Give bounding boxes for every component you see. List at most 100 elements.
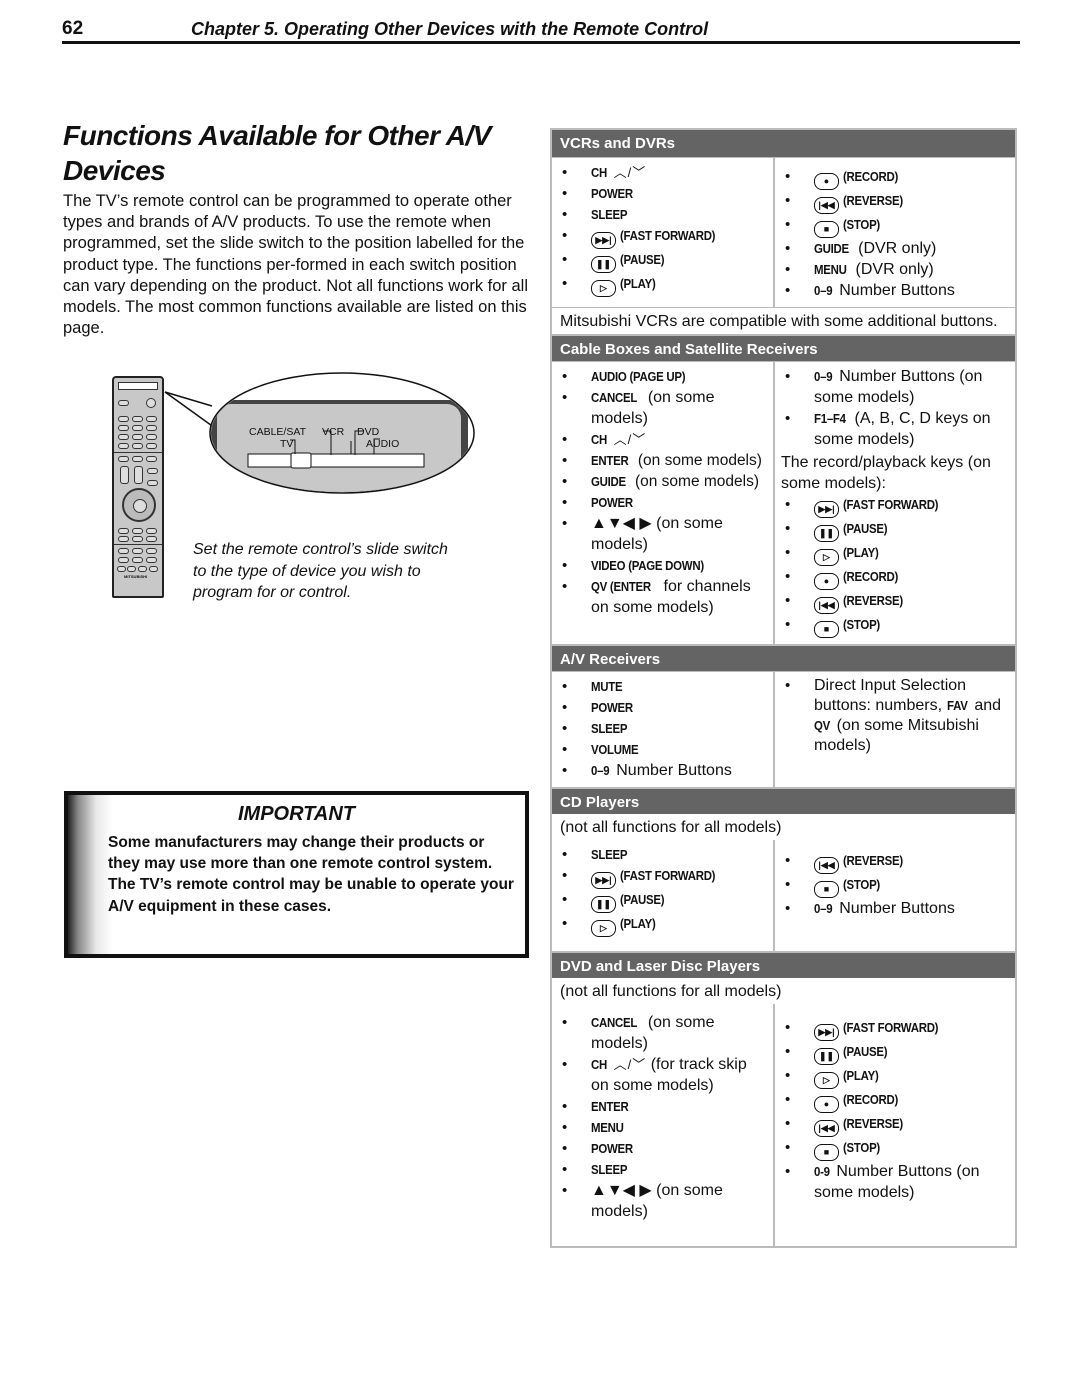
list-item: ❚❚(PAUSE) xyxy=(560,249,767,273)
record-icon: ● xyxy=(814,1096,839,1113)
list-item: MENU xyxy=(560,1117,767,1138)
switch-label-audio: AUDIO xyxy=(366,438,400,450)
vcr-note: Mitsubishi VCRs are compatible with some… xyxy=(552,307,1015,334)
list-item: SLEEP xyxy=(560,844,767,865)
remote-brand-logo: MITSUBISHI xyxy=(124,574,148,579)
list-item: ▷(PLAY) xyxy=(783,1065,1009,1089)
list-item: ENTER xyxy=(560,1096,767,1117)
play-icon: ▷ xyxy=(591,280,616,297)
list-item: ●(RECORD) xyxy=(783,566,1009,590)
list-item: CANCEL (on some models) xyxy=(560,1012,767,1054)
page-header: 62 Chapter 5. Operating Other Devices wi… xyxy=(62,18,1020,44)
important-title: IMPORTANT xyxy=(237,803,356,825)
list-item: ●(RECORD) xyxy=(783,1089,1009,1113)
list-item: QV (ENTER for channels on some models) xyxy=(560,576,767,618)
list-item: ▲▼◀ ▶ (on some models) xyxy=(560,1180,767,1222)
list-item: SLEEP xyxy=(560,718,767,739)
list-item: ▷(PLAY) xyxy=(783,542,1009,566)
list-item: CH ︿/﹀ xyxy=(560,162,767,183)
list-item: ❚❚(PAUSE) xyxy=(560,889,767,913)
list-item: ❚❚(PAUSE) xyxy=(783,1041,1009,1065)
list-item: ■(STOP) xyxy=(783,1137,1009,1161)
dpad-icon xyxy=(122,488,156,522)
play-icon: ▷ xyxy=(814,549,839,566)
list-item: GUIDE (DVR only) xyxy=(783,238,1009,259)
list-item: POWER xyxy=(560,183,767,204)
pause-icon: ❚❚ xyxy=(814,525,839,542)
list-item: 0–9 Number Buttons (on some models) xyxy=(783,366,1009,408)
section-header-cable: Cable Boxes and Satellite Receivers xyxy=(552,334,1015,361)
play-icon: ▷ xyxy=(814,1072,839,1089)
stop-icon: ■ xyxy=(814,1144,839,1161)
list-item: ■(STOP) xyxy=(783,614,1009,638)
list-item: 0–9 Number Buttons xyxy=(783,280,1009,301)
list-item: |◀◀(REVERSE) xyxy=(783,1113,1009,1137)
ch-up-down-icon: ︿/﹀ xyxy=(613,432,647,447)
list-item: ▶▶|(FAST FORWARD) xyxy=(783,494,1009,518)
stop-icon: ■ xyxy=(814,221,839,238)
list-item: 0–9 Number Buttons xyxy=(560,760,767,781)
list-item: SLEEP xyxy=(560,204,767,225)
list-item: CANCEL (on some models) xyxy=(560,387,767,429)
fast-forward-icon: ▶▶| xyxy=(814,1024,839,1041)
section-header-av-receivers: A/V Receivers xyxy=(552,644,1015,671)
list-item: ▶▶|(FAST FORWARD) xyxy=(560,865,767,889)
list-item: AUDIO (PAGE UP) xyxy=(560,366,767,387)
list-item: CH ︿/﹀ (for track skip on some models) xyxy=(560,1054,767,1096)
list-item: ▶▶|(FAST FORWARD) xyxy=(783,1017,1009,1041)
remote-control-illustration: MITSUBISHI xyxy=(112,376,164,598)
list-item: CH ︿/﹀ xyxy=(560,429,767,450)
important-notice: IMPORTANT Some manufacturers may change … xyxy=(64,791,529,958)
list-item: 0–9 Number Buttons xyxy=(783,898,1009,919)
section-header-dvd: DVD and Laser Disc Players xyxy=(552,951,1015,978)
stop-icon: ■ xyxy=(814,621,839,638)
stop-icon: ■ xyxy=(814,881,839,898)
list-item: ▷(PLAY) xyxy=(560,913,767,937)
list-item: MENU (DVR only) xyxy=(783,259,1009,280)
section-vcr: CH ︿/﹀ POWER SLEEP ▶▶|(FAST FORWARD) ❚❚(… xyxy=(552,157,1015,307)
list-item: GUIDE (on some models) xyxy=(560,471,767,492)
list-item: POWER xyxy=(560,492,767,513)
slide-switch-small xyxy=(118,382,158,390)
pause-icon: ❚❚ xyxy=(591,256,616,273)
page-number: 62 xyxy=(62,18,84,39)
reverse-icon: |◀◀ xyxy=(814,197,839,214)
pause-icon: ❚❚ xyxy=(591,896,616,913)
record-icon: ● xyxy=(814,573,839,590)
list-item: VOLUME xyxy=(560,739,767,760)
list-item: |◀◀(REVERSE) xyxy=(783,590,1009,614)
list-item: |◀◀(REVERSE) xyxy=(783,190,1009,214)
list-item: 0-9 Number Buttons (on some models) xyxy=(783,1161,1009,1203)
reverse-icon: |◀◀ xyxy=(814,857,839,874)
list-item: F1–F4 (A, B, C, D keys on some models) xyxy=(783,408,1009,450)
section-header-cd-players: CD Players xyxy=(552,787,1015,814)
list-item: ▷(PLAY) xyxy=(560,273,767,297)
list-item: POWER xyxy=(560,697,767,718)
list-item: ■(STOP) xyxy=(783,874,1009,898)
remote-button xyxy=(118,400,129,406)
page-title: Functions Available for Other A/V Device… xyxy=(63,120,491,186)
pause-icon: ❚❚ xyxy=(814,1048,839,1065)
switch-label-tv: TV xyxy=(280,438,294,450)
fast-forward-icon: ▶▶| xyxy=(591,232,616,249)
intro-paragraph: The TV’s remote control can be programme… xyxy=(63,192,529,338)
callout-lines xyxy=(164,372,475,494)
section-cable: AUDIO (PAGE UP) CANCEL (on some models) … xyxy=(552,361,1015,644)
switch-label-vcr: VCR xyxy=(322,426,345,438)
section-header-vcr: VCRs and DVRs xyxy=(552,130,1015,157)
record-icon: ● xyxy=(814,173,839,190)
switch-label-dvd: DVD xyxy=(357,426,380,438)
list-item: ■(STOP) xyxy=(783,214,1009,238)
play-icon: ▷ xyxy=(591,920,616,937)
section-dvd: CANCEL (on some models) CH ︿/﹀ (for trac… xyxy=(552,1004,1015,1246)
arrow-keys-icon: ▲▼◀ ▶ xyxy=(591,515,652,532)
fast-forward-icon: ▶▶| xyxy=(591,872,616,889)
ch-up-down-icon: ︿/﹀ xyxy=(613,1057,647,1072)
list-item: ❚❚(PAUSE) xyxy=(783,518,1009,542)
device-functions-table: VCRs and DVRs CH ︿/﹀ POWER SLEEP ▶▶|(FAS… xyxy=(550,128,1017,1248)
list-item: ▲▼◀ ▶ (on some models) xyxy=(560,513,767,555)
chapter-title: Chapter 5. Operating Other Devices with … xyxy=(191,19,709,39)
list-item: ENTER (on some models) xyxy=(560,450,767,471)
record-playback-note: The record/playback keys (on some models… xyxy=(781,454,991,492)
reverse-icon: |◀◀ xyxy=(814,597,839,614)
